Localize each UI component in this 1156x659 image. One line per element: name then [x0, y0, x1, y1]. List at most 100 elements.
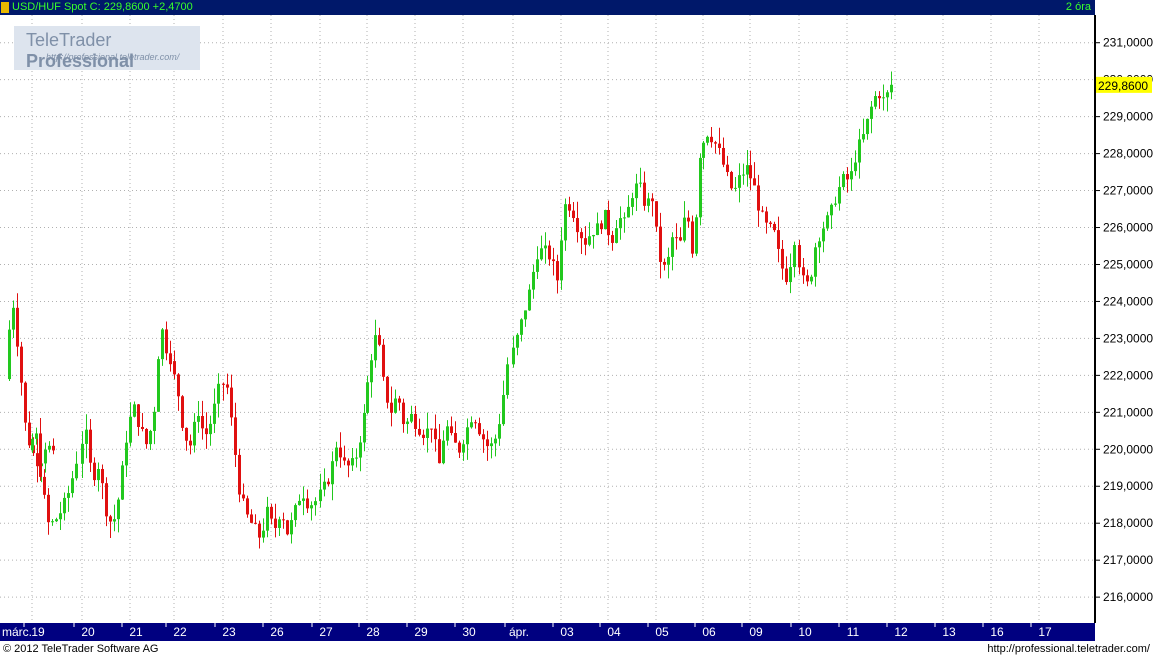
candle-body — [298, 500, 301, 506]
candle-body — [798, 245, 801, 268]
candle-body — [814, 247, 817, 277]
candle-body — [43, 476, 46, 495]
candle-body — [63, 497, 66, 514]
candle-body — [355, 457, 358, 459]
plot-area[interactable] — [0, 15, 1096, 623]
time-axis[interactable]: márc. 19 20 21 22 23 26 27 28 29 30 ápr. 03 04 05 06 09 1… — [0, 623, 1095, 641]
candle-body — [454, 433, 457, 443]
candlestick-chart — [0, 15, 1095, 623]
candle-body — [418, 428, 421, 435]
candle-body — [890, 84, 893, 93]
time-axis-label: 17 — [1038, 625, 1052, 639]
candle-body — [406, 421, 409, 425]
candle-body — [426, 428, 429, 438]
candle-body — [470, 422, 473, 428]
price-tick-label: 228,0000 — [1103, 147, 1153, 161]
candle-body — [512, 347, 515, 365]
time-axis-label: 05 — [655, 625, 669, 639]
candle-body — [359, 442, 362, 458]
candle-body — [173, 361, 176, 375]
price-tick-label: 218,0000 — [1103, 516, 1153, 530]
candle-body — [137, 404, 140, 427]
time-axis-label: 19 — [31, 625, 45, 639]
candle-body — [615, 228, 618, 243]
candle-body — [886, 92, 889, 98]
candle-body — [627, 206, 630, 218]
candle-body — [254, 522, 257, 524]
candle-body — [600, 223, 603, 230]
price-tick-label: 225,0000 — [1103, 257, 1153, 271]
candle-body — [699, 157, 702, 218]
candle-body — [611, 235, 614, 243]
candle-body — [596, 223, 599, 236]
candle-body — [482, 434, 485, 440]
candle-body — [623, 217, 626, 219]
last-price-label: 229,8600 — [1098, 79, 1148, 93]
candle-body — [647, 198, 650, 206]
candle-body — [802, 267, 805, 276]
candle-body — [874, 96, 877, 107]
candle-body — [366, 382, 369, 413]
price-tick-label: 216,0000 — [1103, 590, 1153, 604]
candle-body — [213, 403, 216, 424]
candle-body — [568, 204, 571, 211]
candle-body — [850, 171, 853, 180]
close-value: 229,8600 — [103, 1, 150, 13]
candle-body — [576, 218, 579, 233]
candle-body — [781, 248, 784, 269]
price-tick-label: 231,0000 — [1103, 36, 1153, 50]
candle-body — [335, 447, 338, 462]
candle-body — [866, 118, 869, 135]
candle-body — [145, 428, 148, 445]
candle-body — [314, 501, 317, 506]
candle-body — [28, 422, 31, 446]
candle-body — [323, 481, 326, 490]
time-axis-label: 20 — [81, 625, 95, 639]
candle-body — [85, 429, 88, 444]
candle-body — [185, 427, 188, 441]
time-axis-label: 12 — [894, 625, 908, 639]
candle-body — [294, 505, 297, 521]
candle-body — [810, 276, 813, 282]
candle-body — [639, 182, 642, 184]
chart-type-icon[interactable] — [1, 2, 9, 13]
candle-body — [398, 398, 401, 403]
candle-body — [746, 165, 749, 175]
candle-body — [270, 506, 273, 519]
candle-body — [36, 453, 39, 467]
candle-body — [842, 174, 845, 188]
candle-body — [16, 307, 19, 347]
time-axis-label: 09 — [749, 625, 763, 639]
candle-body — [730, 172, 733, 189]
price-axis[interactable]: 216,0000 217,0000 218,0000 219,0000 220,0000… — [1095, 15, 1156, 623]
close-label: C: — [89, 1, 101, 13]
candle-body — [386, 376, 389, 403]
candle-body — [870, 106, 873, 119]
candle-body — [659, 226, 662, 262]
candle-body — [363, 412, 366, 443]
price-tick-label: 229,0000 — [1103, 110, 1153, 124]
candle-body — [234, 417, 237, 455]
candle-body — [149, 430, 152, 445]
candle-body — [671, 237, 674, 257]
teletrader-logo: TeleTrader Professional http://professio… — [14, 26, 200, 71]
change-value: +2,4700 — [152, 1, 193, 13]
candle-body — [528, 289, 531, 311]
time-axis-label: 10 — [798, 625, 812, 639]
candle-body — [422, 434, 425, 438]
candle-body — [24, 382, 27, 423]
timeframe-label[interactable]: 2 óra — [1066, 0, 1091, 15]
candle-body — [59, 513, 62, 520]
candle-body — [458, 442, 461, 453]
instrument-summary: USD/HUF Spot C: 229,8600 +2,4700 — [12, 0, 193, 15]
time-axis-svg: márc. 19 20 21 22 23 26 27 28 29 30 ápr. 03 04 05 06 09 1… — [2, 623, 1052, 639]
candle-body — [442, 440, 445, 464]
footer-url[interactable]: http://professional.teletrader.com/ — [987, 643, 1150, 655]
candle-body — [52, 445, 55, 451]
candle-body — [838, 187, 841, 204]
candle-body — [242, 494, 245, 499]
candle-body — [556, 261, 559, 281]
candle-body — [619, 218, 622, 229]
candle-body — [552, 259, 555, 262]
candle-body — [643, 182, 646, 206]
